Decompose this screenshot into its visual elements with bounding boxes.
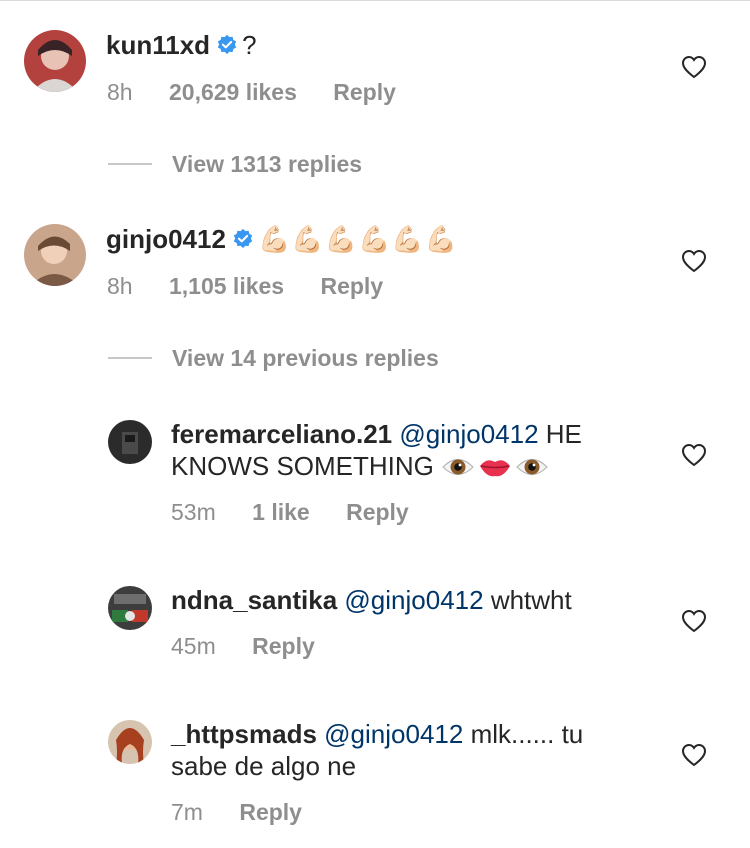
reply-button[interactable]: Reply [239, 798, 302, 826]
avatar[interactable] [108, 720, 152, 764]
view-replies-label: View 14 previous replies [172, 345, 439, 371]
eye-emoji [516, 458, 548, 476]
timestamp: 8h [107, 79, 133, 105]
reply-body: HE [545, 419, 582, 449]
heart-outline-icon[interactable] [681, 743, 707, 767]
reply-button[interactable]: Reply [346, 498, 409, 526]
likes-count[interactable]: 1,105 likes [169, 272, 284, 300]
view-replies-link[interactable]: View 1313 replies [108, 150, 362, 178]
reply-body: mlk...... tu [470, 719, 584, 749]
username[interactable]: kun11xd [106, 30, 210, 60]
avatar[interactable] [108, 586, 152, 630]
flexed-biceps-emoji: 💪🏻💪🏻💪🏻💪🏻💪🏻💪🏻 [257, 224, 459, 254]
view-previous-replies-link[interactable]: View 14 previous replies [108, 344, 439, 372]
reply-button[interactable]: Reply [320, 272, 383, 300]
reply-body: sabe de algo ne [171, 751, 357, 781]
heart-outline-icon[interactable] [681, 609, 707, 633]
username[interactable]: ginjo0412 [106, 224, 226, 254]
reply-button[interactable]: Reply [333, 78, 396, 106]
reply-meta: 45m Reply [171, 632, 315, 660]
mention-link[interactable]: @ginjo0412 [324, 719, 463, 749]
reply-body: whtwht [490, 585, 572, 615]
reply-text: _httpsmads @ginjo0412 mlk...... tu [171, 718, 583, 750]
reply-meta: 53m 1 like Reply [171, 498, 409, 526]
timestamp: 7m [171, 799, 203, 825]
mention-link[interactable]: @ginjo0412 [399, 419, 538, 449]
reply-body: KNOWS SOMETHING [171, 451, 434, 481]
comment-body: ? [242, 30, 257, 60]
username[interactable]: feremarceliano.21 [171, 419, 392, 449]
reply-text-line2: KNOWS SOMETHING [171, 450, 552, 482]
divider-dash [108, 356, 152, 359]
top-divider [0, 0, 750, 1]
reply-meta: 7m Reply [171, 798, 302, 826]
mention-link[interactable]: @ginjo0412 [344, 585, 483, 615]
username[interactable]: _httpsmads [171, 719, 317, 749]
divider-dash [108, 162, 152, 165]
heart-outline-icon[interactable] [681, 443, 707, 467]
avatar[interactable] [24, 30, 86, 92]
likes-count[interactable]: 20,629 likes [169, 78, 297, 106]
reply-text-line2: sabe de algo ne [171, 750, 356, 782]
verified-badge-icon [233, 228, 253, 248]
eye-emoji [442, 458, 474, 476]
comment-text: kun11xd? [106, 29, 257, 61]
heart-outline-icon[interactable] [681, 249, 707, 273]
reply-text: ndna_santika @ginjo0412 whtwht [171, 584, 572, 616]
heart-outline-icon[interactable] [681, 55, 707, 79]
lips-emoji [480, 460, 511, 477]
username[interactable]: ndna_santika [171, 585, 337, 615]
avatar[interactable] [108, 420, 152, 464]
comment-text: ginjo0412 💪🏻💪🏻💪🏻💪🏻💪🏻💪🏻 [106, 223, 458, 255]
likes-count[interactable]: 1 like [252, 498, 310, 526]
timestamp: 53m [171, 499, 216, 525]
reply-button[interactable]: Reply [252, 632, 315, 660]
timestamp: 45m [171, 633, 216, 659]
comment-meta: 8h 1,105 likes Reply [107, 272, 383, 300]
verified-badge-icon [217, 34, 237, 54]
view-replies-label: View 1313 replies [172, 151, 363, 177]
avatar[interactable] [24, 224, 86, 286]
comment-meta: 8h 20,629 likes Reply [107, 78, 396, 106]
reply-text: feremarceliano.21 @ginjo0412 HE [171, 418, 582, 450]
timestamp: 8h [107, 273, 133, 299]
